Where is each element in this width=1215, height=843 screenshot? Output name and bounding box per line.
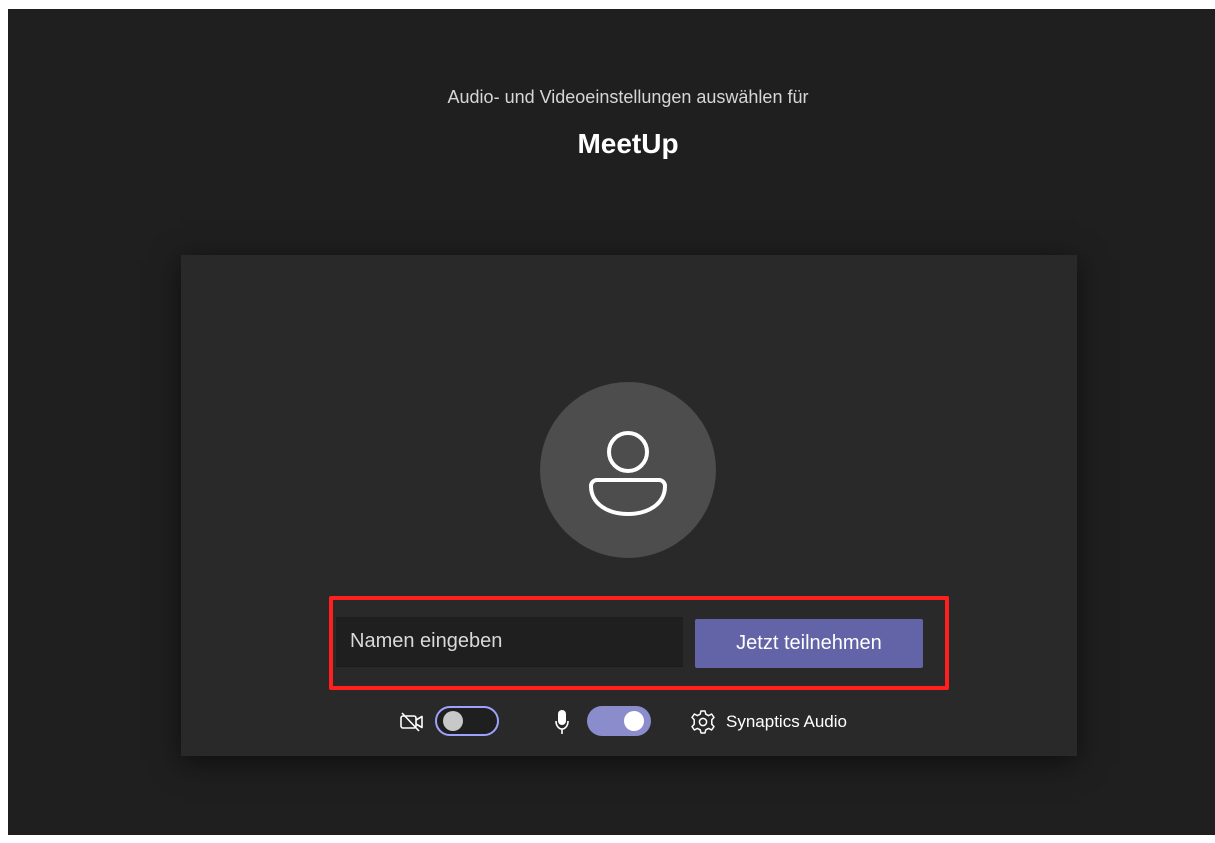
camera-off-icon <box>399 711 425 738</box>
join-now-button[interactable]: Jetzt teilnehmen <box>695 619 923 668</box>
audio-device-label[interactable]: Synaptics Audio <box>726 710 847 734</box>
device-controls: Synaptics Audio <box>181 702 1077 742</box>
preview-panel: Jetzt teilnehmen <box>181 255 1077 756</box>
prejoin-screen: Audio- und Videoeinstellungen auswählen … <box>8 9 1215 835</box>
camera-toggle[interactable] <box>435 706 499 736</box>
microphone-icon <box>554 708 570 741</box>
prejoin-subtitle: Audio- und Videoeinstellungen auswählen … <box>447 87 809 107</box>
avatar <box>540 382 716 558</box>
meeting-title: MeetUp <box>577 128 679 159</box>
name-input[interactable] <box>336 617 683 667</box>
microphone-toggle-knob <box>624 711 644 731</box>
person-icon <box>589 431 667 516</box>
gear-icon[interactable] <box>690 709 716 740</box>
camera-toggle-knob <box>443 711 463 731</box>
microphone-toggle[interactable] <box>587 706 651 736</box>
